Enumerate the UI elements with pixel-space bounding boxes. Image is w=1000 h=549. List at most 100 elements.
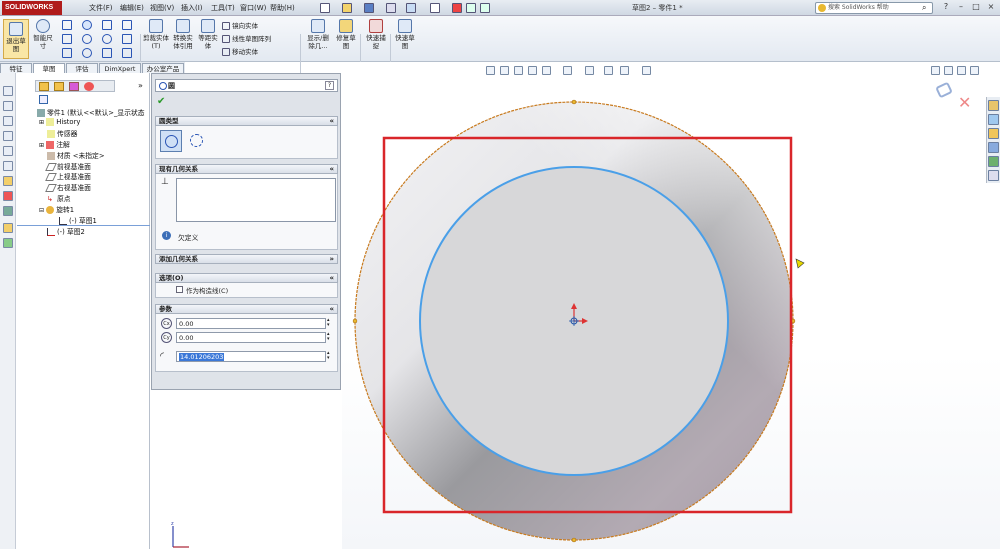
spinner-icon[interactable]: ▴ ▾ bbox=[327, 351, 330, 361]
sketch-tool-icon[interactable] bbox=[3, 176, 13, 186]
relations-listbox[interactable] bbox=[176, 178, 336, 222]
options-dropdown-icon[interactable] bbox=[480, 3, 490, 13]
rectangle-tool-icon[interactable] bbox=[122, 20, 132, 30]
quadrant-point[interactable] bbox=[352, 318, 358, 324]
ellipse-icon[interactable] bbox=[102, 34, 112, 44]
radius-input[interactable]: 14.01206203 bbox=[176, 351, 326, 362]
filter-icon[interactable] bbox=[39, 95, 48, 104]
print-icon[interactable] bbox=[386, 3, 396, 13]
options-header[interactable]: 选项(O) « bbox=[155, 273, 338, 283]
display-manager-tab-icon[interactable] bbox=[84, 82, 94, 91]
circle-type-header[interactable]: 圆类型 « bbox=[155, 116, 338, 126]
tree-item-sketch1[interactable]: (-) 草图1 bbox=[59, 215, 97, 225]
solidworks-logo[interactable]: SOLIDWORKS bbox=[2, 1, 62, 15]
center-x-input[interactable]: 0.00 bbox=[176, 318, 326, 329]
tab-sketch[interactable]: 草图 bbox=[33, 63, 65, 73]
search-input[interactable]: 搜索 SolidWorks 帮助 bbox=[815, 2, 933, 14]
menu-help[interactable]: 帮助(H) bbox=[270, 3, 295, 13]
show-delete-relations-button[interactable]: 显示/删除几... bbox=[304, 19, 332, 50]
offset-entities-button[interactable]: 等距实体 bbox=[197, 19, 219, 50]
tree-item-sketch2[interactable]: (-) 草图2 bbox=[47, 226, 85, 236]
search-icon[interactable]: ⌕ bbox=[922, 3, 926, 13]
maximize-button[interactable]: □ bbox=[969, 2, 983, 13]
fillet-icon[interactable] bbox=[102, 48, 112, 58]
mirror-entities-button[interactable]: 镜向实体 bbox=[222, 20, 258, 30]
tab-features[interactable]: 特征 bbox=[0, 63, 32, 73]
sketch-tool-icon[interactable] bbox=[3, 101, 13, 111]
pm-help-button[interactable]: ? bbox=[325, 81, 334, 90]
sketch-tool-icon[interactable] bbox=[3, 116, 13, 126]
smart-dimension-button[interactable]: 智能尺寸 bbox=[31, 19, 55, 50]
property-manager-tab-icon[interactable] bbox=[54, 82, 64, 91]
new-icon[interactable] bbox=[320, 3, 330, 13]
tree-item-right-plane[interactable]: 右视基准面 bbox=[45, 182, 91, 192]
trim-entities-button[interactable]: 剪裁实体(T) bbox=[143, 19, 169, 50]
sketch-tool-icon[interactable] bbox=[3, 86, 13, 96]
spline-icon[interactable] bbox=[102, 20, 112, 30]
close-button[interactable]: × bbox=[984, 2, 998, 13]
tree-item-material[interactable]: 材质 <未指定> bbox=[47, 150, 105, 160]
ok-checkmark-icon[interactable]: ✔ bbox=[157, 96, 165, 107]
save-icon[interactable] bbox=[364, 3, 374, 13]
options-icon[interactable] bbox=[466, 3, 476, 13]
sketch-tool-icon[interactable] bbox=[3, 146, 13, 156]
sketch-tool-icon[interactable] bbox=[3, 191, 13, 201]
convert-entities-button[interactable]: 转换实体引用 bbox=[171, 19, 195, 50]
rebuild-icon[interactable] bbox=[452, 3, 462, 13]
quadrant-point[interactable] bbox=[571, 537, 577, 543]
slot-icon[interactable] bbox=[62, 48, 72, 58]
tree-item-origin[interactable]: ↳ 原点 bbox=[47, 193, 71, 203]
existing-relations-header[interactable]: 现有几何关系 « bbox=[155, 164, 338, 174]
tab-dimxpert[interactable]: DimXpert bbox=[99, 63, 141, 73]
undo-icon[interactable] bbox=[406, 3, 416, 13]
tree-item-annotations[interactable]: ⊞ 注解 bbox=[39, 139, 70, 149]
perimeter-circle-option[interactable] bbox=[186, 130, 208, 152]
tree-root[interactable]: 零件1 (默认<<默认>_显示状态 bbox=[37, 107, 145, 117]
tab-evaluate[interactable]: 评估 bbox=[66, 63, 98, 73]
center-circle-option[interactable] bbox=[160, 130, 182, 152]
add-relations-header[interactable]: 添加几何关系 » bbox=[155, 254, 338, 264]
menu-file[interactable]: 文件(F) bbox=[89, 3, 113, 13]
open-icon[interactable] bbox=[342, 3, 352, 13]
quadrant-point[interactable] bbox=[571, 99, 577, 105]
menu-view[interactable]: 视图(V) bbox=[150, 3, 174, 13]
select-icon[interactable] bbox=[430, 3, 440, 13]
linear-pattern-button[interactable]: 线性草图阵列 bbox=[222, 33, 271, 43]
quick-snap-button[interactable]: 快速捕捉 bbox=[364, 19, 388, 50]
rectangle-icon[interactable] bbox=[62, 34, 72, 44]
sketch-tool-icon[interactable] bbox=[3, 161, 13, 171]
repair-sketch-button[interactable]: 修复草图 bbox=[334, 19, 358, 50]
line-icon[interactable] bbox=[62, 20, 72, 30]
tree-item-front-plane[interactable]: 前视基准面 bbox=[45, 161, 91, 171]
sketch-tool-icon[interactable] bbox=[3, 131, 13, 141]
menu-edit[interactable]: 编辑(E) bbox=[120, 3, 144, 13]
sketch-tool-icon[interactable] bbox=[3, 238, 13, 248]
help-button[interactable]: ? bbox=[939, 2, 953, 13]
circle-icon[interactable] bbox=[82, 20, 92, 30]
polygon-icon[interactable] bbox=[82, 48, 92, 58]
move-entities-button[interactable]: 移动实体 bbox=[222, 46, 258, 56]
configuration-manager-tab-icon[interactable] bbox=[69, 82, 79, 91]
arc-icon[interactable] bbox=[82, 34, 92, 44]
tab-office-products[interactable]: 办公室产品 bbox=[142, 63, 184, 73]
feature-manager-tab-icon[interactable] bbox=[39, 82, 49, 91]
rapid-sketch-button[interactable]: 快速草图 bbox=[393, 19, 417, 50]
point-icon[interactable] bbox=[122, 48, 132, 58]
spinner-icon[interactable]: ▴ ▾ bbox=[327, 318, 330, 328]
text-icon[interactable] bbox=[122, 34, 132, 44]
spinner-icon[interactable]: ▴ ▾ bbox=[327, 332, 330, 342]
tree-item-history[interactable]: ⊞ History bbox=[39, 118, 80, 126]
minimize-button[interactable]: – bbox=[954, 2, 968, 13]
parameters-header[interactable]: 参数 « bbox=[155, 304, 338, 314]
sketch-tool-icon[interactable] bbox=[3, 206, 13, 216]
tree-item-revolve[interactable]: ⊟ 旋转1 bbox=[39, 204, 74, 214]
tree-item-sensors[interactable]: 传感器 bbox=[47, 128, 77, 138]
center-y-input[interactable]: 0.00 bbox=[176, 332, 326, 343]
menu-tools[interactable]: 工具(T) bbox=[211, 3, 235, 13]
menu-insert[interactable]: 插入(I) bbox=[181, 3, 203, 13]
exit-sketch-button[interactable]: 退出草图 bbox=[3, 19, 29, 59]
tree-item-top-plane[interactable]: 上视基准面 bbox=[45, 171, 91, 181]
construction-checkbox[interactable] bbox=[176, 286, 183, 293]
sketch-tool-icon[interactable] bbox=[3, 223, 13, 233]
search-scope-icon[interactable] bbox=[818, 4, 826, 12]
